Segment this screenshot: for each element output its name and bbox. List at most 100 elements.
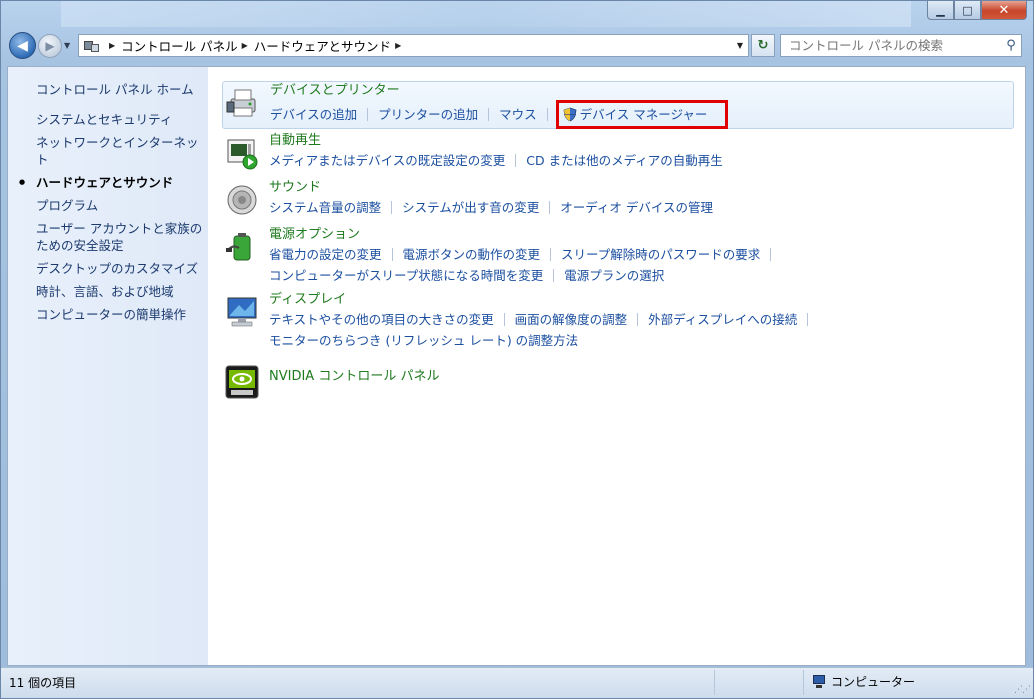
sidebar-item-hardware-sound: ハードウェアとサウンド xyxy=(19,174,204,191)
category-title-power[interactable]: 電源オプション xyxy=(269,226,1022,244)
sidebar-list: システムとセキュリティ ネットワークとインターネット ハードウェアとサウンド プ… xyxy=(19,111,204,329)
sidebar: コントロール パネル ホーム システムとセキュリティ ネットワークとインターネッ… xyxy=(8,67,208,665)
refresh-icon: ↻ xyxy=(757,38,769,53)
link-divider xyxy=(770,248,772,261)
search-box[interactable]: ⚲ xyxy=(780,34,1022,57)
category-title-sound[interactable]: サウンド xyxy=(269,179,1022,197)
display-links: テキストやその他の項目の大きさの変更 画面の解像度の調整 外部ディスプレイへの接続 … xyxy=(269,309,1022,351)
category-title-autoplay[interactable]: 自動再生 xyxy=(269,132,1022,150)
link-divider xyxy=(503,313,505,326)
link-change-power-saving[interactable]: 省電力の設定の変更 xyxy=(269,247,382,262)
link-require-password-wakeup[interactable]: スリープ解除時のパスワードの要求 xyxy=(561,247,760,262)
control-panel-window: ▁ □ ✕ ◀ ▶ ▼ ▶ コントロール パネル ▶ ハードウェアとサウンド ▶… xyxy=(0,0,1034,699)
sidebar-item-appearance[interactable]: デスクトップのカスタマイズ xyxy=(36,260,204,277)
category-title-devices[interactable]: デバイスとプリンター xyxy=(270,82,1013,100)
category-autoplay: 自動再生 メディアまたはデバイスの既定設定の変更 CD または他のメディアの自動再… xyxy=(222,132,1022,176)
link-divider xyxy=(637,313,639,326)
link-divider xyxy=(549,201,551,214)
search-icon[interactable]: ⚲ xyxy=(1001,38,1021,53)
search-input[interactable] xyxy=(781,35,1001,56)
link-manage-audio-devices[interactable]: オーディオ デバイスの管理 xyxy=(560,200,713,215)
status-bar: 11 個の項目 コンピューター ⋰⋰ xyxy=(1,667,1033,698)
link-add-device[interactable]: デバイスの追加 xyxy=(270,107,357,122)
link-divider xyxy=(550,248,552,261)
chevron-right-icon[interactable]: ▶ xyxy=(109,41,115,50)
chevron-right-icon[interactable]: ▶ xyxy=(395,41,401,50)
breadcrumb-control-panel[interactable]: コントロール パネル xyxy=(121,36,237,55)
link-divider xyxy=(391,248,393,261)
device-manager-highlight: デバイス マネージャー xyxy=(555,100,729,129)
window-controls: ▁ □ ✕ xyxy=(927,1,1027,20)
speaker-icon xyxy=(227,185,257,215)
link-divider xyxy=(546,108,548,121)
status-divider xyxy=(714,670,715,695)
address-bar[interactable]: ▶ コントロール パネル ▶ ハードウェアとサウンド ▶ ▼ xyxy=(78,34,749,57)
autoplay-links: メディアまたはデバイスの既定設定の変更 CD または他のメディアの自動再生 xyxy=(269,150,1022,171)
link-connect-external-display[interactable]: 外部ディスプレイへの接続 xyxy=(648,312,797,327)
back-button[interactable]: ◀ xyxy=(9,32,36,59)
link-refresh-rate-howto[interactable]: モニターのちらつき (リフレッシュ レート) の調整方法 xyxy=(269,333,578,348)
uac-shield-icon xyxy=(563,107,577,122)
link-divider xyxy=(553,269,555,282)
link-divider xyxy=(367,108,369,121)
sidebar-item-ease-of-access[interactable]: コンピューターの簡単操作 xyxy=(36,306,204,323)
link-divider xyxy=(515,154,517,167)
refresh-button[interactable]: ↻ xyxy=(751,34,775,57)
sound-links: システム音量の調整 システムが出す音の変更 オーディオ デバイスの管理 xyxy=(269,197,1022,218)
link-autoplay-cd[interactable]: CD または他のメディアの自動再生 xyxy=(526,153,722,168)
autoplay-icon xyxy=(227,139,258,170)
link-divider xyxy=(488,108,490,121)
monitor-icon xyxy=(227,297,257,327)
sidebar-item-network[interactable]: ネットワークとインターネット xyxy=(36,134,204,168)
category-display: ディスプレイ テキストやその他の項目の大きさの変更 画面の解像度の調整 外部ディスプ… xyxy=(222,291,1022,353)
link-change-default-media[interactable]: メディアまたはデバイスの既定設定の変更 xyxy=(269,153,505,168)
category-devices-printers: デバイスとプリンター デバイスの追加 プリンターの追加 マウス デバイス マネージャ… xyxy=(222,81,1014,129)
link-change-sleep-time[interactable]: コンピューターがスリープ状態になる時間を変更 xyxy=(269,268,543,283)
sidebar-item-user-accounts[interactable]: ユーザー アカウントと家族のための安全設定 xyxy=(36,220,204,254)
navigation-bar: ◀ ▶ ▼ ▶ コントロール パネル ▶ ハードウェアとサウンド ▶ ▼ ↻ ⚲ xyxy=(1,29,1033,63)
link-change-system-sounds[interactable]: システムが出す音の変更 xyxy=(402,200,539,215)
power-links: 省電力の設定の変更 電源ボタンの動作の変更 スリープ解除時のパスワードの要求 コンピ… xyxy=(269,244,1022,286)
link-change-power-buttons[interactable]: 電源ボタンの動作の変更 xyxy=(403,247,541,262)
link-device-manager[interactable]: デバイス マネージャー xyxy=(580,107,708,122)
category-power-options: 電源オプション 省電力の設定の変更 電源ボタンの動作の変更 スリープ解除時のパスワー… xyxy=(222,226,1022,288)
sidebar-item-programs[interactable]: プログラム xyxy=(36,197,204,214)
computer-icon xyxy=(811,674,827,689)
printer-icon xyxy=(226,89,256,117)
minimize-button[interactable]: ▁ xyxy=(927,1,954,20)
forward-button[interactable]: ▶ xyxy=(38,34,62,58)
battery-icon xyxy=(226,233,251,261)
breadcrumb-hardware-sound[interactable]: ハードウェアとサウンド xyxy=(254,36,391,55)
resize-grip-icon[interactable]: ⋰⋰ xyxy=(1014,685,1031,695)
link-adjust-volume[interactable]: システム音量の調整 xyxy=(269,200,381,215)
link-change-text-size[interactable]: テキストやその他の項目の大きさの変更 xyxy=(269,312,494,327)
link-adjust-resolution[interactable]: 画面の解像度の調整 xyxy=(515,312,628,327)
chevron-right-icon[interactable]: ▶ xyxy=(242,41,248,50)
status-location: コンピューター xyxy=(811,673,915,690)
link-mouse[interactable]: マウス xyxy=(499,107,537,122)
sidebar-item-system-security[interactable]: システムとセキュリティ xyxy=(36,111,204,128)
status-location-label: コンピューター xyxy=(831,675,916,689)
control-panel-icon xyxy=(83,39,101,53)
category-list: デバイスとプリンター デバイスの追加 プリンターの追加 マウス デバイス マネージャ… xyxy=(222,81,1022,408)
sidebar-home-link[interactable]: コントロール パネル ホーム xyxy=(36,79,194,98)
title-bar: ▁ □ ✕ xyxy=(1,1,1033,27)
link-add-printer[interactable]: プリンターの追加 xyxy=(378,107,478,122)
item-count: 11 個の項目 xyxy=(9,676,77,690)
sidebar-item-clock-language[interactable]: 時計、言語、および地域 xyxy=(36,283,204,300)
close-button[interactable]: ✕ xyxy=(981,1,1027,20)
status-divider xyxy=(803,670,804,695)
link-divider xyxy=(391,201,393,214)
address-dropdown-icon[interactable]: ▼ xyxy=(732,41,748,50)
history-dropdown-icon[interactable]: ▼ xyxy=(64,41,70,50)
maximize-button[interactable]: □ xyxy=(954,1,981,20)
link-divider xyxy=(807,313,809,326)
category-nvidia: NVIDIA コントロール パネル xyxy=(222,361,1022,405)
link-choose-power-plan[interactable]: 電源プランの選択 xyxy=(564,268,664,283)
devices-links: デバイスの追加 プリンターの追加 マウス デバイス マネージャー xyxy=(270,100,1013,129)
nvidia-icon xyxy=(225,365,259,399)
category-title-display[interactable]: ディスプレイ xyxy=(269,291,1022,309)
category-sound: サウンド システム音量の調整 システムが出す音の変更 オーディオ デバイスの管理 xyxy=(222,179,1022,223)
category-title-nvidia[interactable]: NVIDIA コントロール パネル xyxy=(269,361,1022,386)
content-area: コントロール パネル ホーム システムとセキュリティ ネットワークとインターネッ… xyxy=(7,66,1026,666)
